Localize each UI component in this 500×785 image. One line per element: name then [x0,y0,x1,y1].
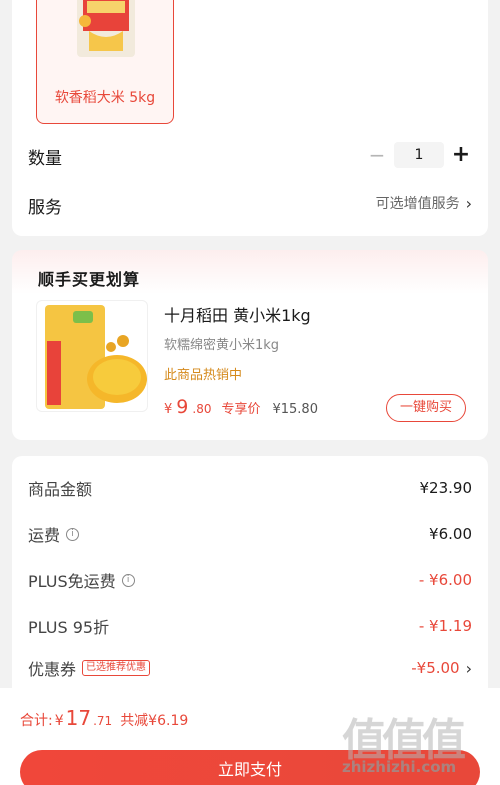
shipping-label-wrap: 运费 i [28,522,80,546]
quantity-stepper: − 1 + [366,142,472,168]
bundle-product-image[interactable] [36,300,148,412]
watermark: 值值值 zhizhizhi.com [342,704,492,784]
bundle-title: 顺手买更划算 [38,270,141,289]
chevron-right-icon: › [465,658,472,678]
quantity-value[interactable]: 1 [394,142,444,168]
product-card: 软香稻大米 5kg 数量 − 1 + 服务 可选增值服务 › [12,0,488,236]
summary-row-plus-shipping: PLUS免运费 i - ¥6.00 [28,568,472,592]
total-savings: 共减¥6.19 [120,713,189,729]
total-integer: 17 [65,706,92,730]
summary-row-shipping: 运费 i ¥6.00 [28,522,472,546]
total-decimal: .71 [93,714,113,728]
service-selector[interactable]: 可选增值服务 › [376,193,472,213]
coupon-label-wrap: 优惠券 已选推荐优惠 [28,656,151,680]
watermark-text: zhizhizhi.com [342,758,457,776]
total-label: 合计: [20,713,53,729]
variant-option-selected[interactable]: 软香稻大米 5kg [36,0,174,124]
original-price: ¥15.80 [272,402,318,417]
bundle-product-desc: 软糯绵密黄小米1kg [164,338,280,353]
increase-button[interactable]: + [450,142,472,168]
summary-row-coupon[interactable]: 优惠券 已选推荐优惠 -¥5.00 › [28,656,472,680]
summary-row-plus-discount: PLUS 95折 - ¥1.19 [28,614,472,638]
summary-row-goods: 商品金额 ¥23.90 [28,476,472,500]
coupon-value: -¥5.00 [411,659,460,677]
coupon-value-wrap: -¥5.00 › [411,659,472,678]
total-currency: ¥ [54,713,64,729]
coupon-tag: 已选推荐优惠 [82,660,151,676]
coupon-label: 优惠券 [28,660,77,679]
plus-shipping-label-wrap: PLUS免运费 i [28,568,135,592]
millet-bag-icon [45,305,147,409]
price-summary-card: 商品金额 ¥23.90 运费 i ¥6.00 PLUS免运费 i - ¥6.00… [12,456,488,706]
goods-amount-value: ¥23.90 [419,479,473,497]
plus-discount-value: - ¥1.19 [418,617,472,635]
goods-amount-label: 商品金额 [28,480,93,499]
info-icon[interactable]: i [66,527,80,541]
total-amount: 合计: ¥17.71 共减¥6.19 [20,706,188,730]
exclusive-price-label: 专享价 [221,402,261,417]
variant-label: 软香稻大米 5kg [54,90,156,106]
plus-shipping-value: - ¥6.00 [418,571,472,589]
one-click-buy-button[interactable]: 一键购买 [386,394,466,422]
shipping-value: ¥6.00 [429,525,472,543]
rice-bag-image [77,0,135,57]
price-currency: ¥ [164,402,173,417]
price-decimal: .80 [192,402,212,416]
bundle-price: ¥9.80 专享价 ¥15.80 [164,396,318,418]
info-icon[interactable]: i [121,573,135,587]
bundle-product-name[interactable]: 十月稻田 黄小米1kg [164,302,311,326]
plus-shipping-label: PLUS免运费 [28,572,116,591]
chevron-right-icon: › [465,193,472,213]
shipping-label: 运费 [28,526,61,545]
hot-sale-label: 此商品热销中 [164,368,243,383]
quantity-label: 数量 [28,149,62,169]
decrease-button[interactable]: − [366,142,388,168]
price-integer: 9 [176,396,189,418]
plus-discount-label: PLUS 95折 [28,618,110,637]
service-label: 服务 [28,198,62,218]
bundle-card: 顺手买更划算 十月稻田 黄小米1kg 软糯绵密黄小米1kg 此商品热销中 ¥9.… [12,250,488,440]
service-value: 可选增值服务 [375,196,460,212]
